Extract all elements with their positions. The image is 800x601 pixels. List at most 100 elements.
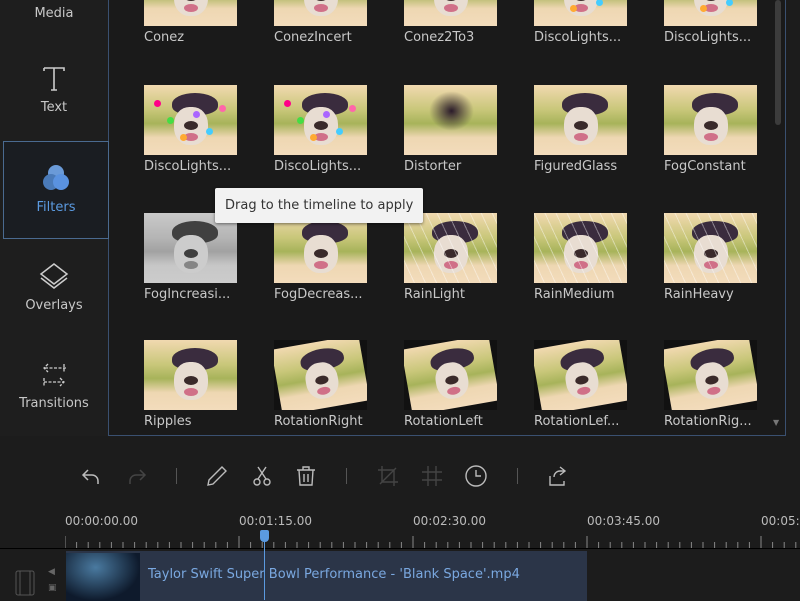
scroll-down-arrow-icon[interactable]: ▼ xyxy=(773,418,779,427)
video-track: ◀ ▣ Taylor Swift Super Bowl Performance … xyxy=(0,548,800,601)
sidebar-item-overlays[interactable]: Overlays xyxy=(0,260,108,313)
filter-thumbnail xyxy=(274,85,367,155)
filter-thumbnail xyxy=(404,213,497,283)
filter-thumbnail xyxy=(274,0,367,26)
filter-item[interactable]: RainMedium xyxy=(534,213,630,302)
speed-icon[interactable] xyxy=(464,464,488,488)
timeline-toolbar xyxy=(0,440,800,510)
filter-label: DiscoLights... xyxy=(534,30,622,45)
filter-item[interactable]: FogDecreas... xyxy=(274,213,370,302)
filter-thumbnail xyxy=(534,340,627,410)
lock-icon[interactable]: ▣ xyxy=(48,583,57,593)
mosaic-icon xyxy=(422,466,442,486)
filter-thumbnail xyxy=(144,0,237,26)
filter-thumbnail xyxy=(404,0,497,26)
timecode-label: 00:03:45.00 xyxy=(587,514,660,528)
sidebar-item-transitions[interactable]: Transitions xyxy=(0,358,108,411)
filter-label: Conez2To3 xyxy=(404,30,475,45)
timecode-label: 00:05:00.00 xyxy=(761,514,800,528)
video-clip[interactable]: Taylor Swift Super Bowl Performance - 'B… xyxy=(66,551,587,601)
sidebar-item-label: Text xyxy=(40,100,68,115)
filter-label: DiscoLights... xyxy=(664,30,752,45)
filter-item[interactable]: RotationLef... xyxy=(534,340,630,429)
filters-icon xyxy=(43,165,69,190)
playhead-handle[interactable] xyxy=(260,530,269,542)
delete-icon[interactable] xyxy=(294,464,318,488)
filter-label: FiguredGlass xyxy=(534,159,618,174)
filter-thumbnail xyxy=(274,213,367,283)
filter-item[interactable]: RotationRig... xyxy=(664,340,760,429)
crop-icon xyxy=(378,466,398,486)
redo-icon[interactable] xyxy=(124,464,148,488)
tooltip: Drag to the timeline to apply xyxy=(215,188,424,223)
toolbar-divider xyxy=(346,468,347,484)
filter-item[interactable]: DiscoLights... xyxy=(534,0,630,45)
filter-label: FogDecreas... xyxy=(274,287,363,302)
toolbar-divider xyxy=(517,468,518,484)
filter-label: FogConstant xyxy=(664,159,746,174)
filter-label: ConezIncert xyxy=(274,30,352,45)
filter-label: Conez xyxy=(144,30,185,45)
filter-item[interactable]: Conez2To3 xyxy=(404,0,500,45)
filter-thumbnail xyxy=(274,340,367,410)
filter-item[interactable]: DiscoLights... xyxy=(144,85,240,174)
filter-label: Ripples xyxy=(144,414,192,429)
filter-item[interactable]: FogConstant xyxy=(664,85,760,174)
filter-item[interactable]: RotationRight xyxy=(274,340,370,429)
filter-thumbnail xyxy=(664,340,757,410)
timecode-label: 00:00:00.00 xyxy=(65,514,138,528)
filter-thumbnail xyxy=(144,340,237,410)
filter-item[interactable]: Distorter xyxy=(404,85,500,174)
filter-thumbnail xyxy=(534,0,627,26)
sidebar: Media Text Filters Overlays Transitions xyxy=(0,0,109,436)
filter-label: RotationLeft xyxy=(404,414,483,429)
ruler-ticks xyxy=(65,536,797,548)
overlays-icon xyxy=(39,263,69,289)
text-icon xyxy=(43,67,65,91)
volume-icon[interactable]: ◀ xyxy=(48,567,55,577)
filter-label: RainHeavy xyxy=(664,287,734,302)
toolbar-divider xyxy=(176,468,177,484)
filter-thumbnail xyxy=(534,85,627,155)
filter-thumbnail xyxy=(144,213,237,283)
edit-icon[interactable] xyxy=(205,464,229,488)
sidebar-item-filters[interactable]: Filters xyxy=(3,141,109,239)
filter-label: Distorter xyxy=(404,159,462,174)
filter-thumbnail xyxy=(664,213,757,283)
sidebar-item-label: Overlays xyxy=(25,298,83,313)
sidebar-item-label: Media xyxy=(34,6,74,21)
filter-item[interactable]: FogIncreasi... xyxy=(144,213,240,302)
filter-item[interactable]: ConezIncert xyxy=(274,0,370,45)
filter-item[interactable]: FiguredGlass xyxy=(534,85,630,174)
filter-label: RotationRig... xyxy=(664,414,752,429)
filter-item[interactable]: DiscoLights... xyxy=(274,85,370,174)
sidebar-item-media[interactable]: Media xyxy=(0,6,108,21)
sidebar-item-text[interactable]: Text xyxy=(0,62,108,115)
clip-thumbnail xyxy=(66,553,140,601)
clip-name: Taylor Swift Super Bowl Performance - 'B… xyxy=(148,567,520,582)
filter-item[interactable]: DiscoLights... xyxy=(664,0,760,45)
filter-item[interactable]: RainHeavy xyxy=(664,213,760,302)
filter-label: DiscoLights... xyxy=(274,159,362,174)
filter-thumbnail xyxy=(404,85,497,155)
sidebar-item-label: Transitions xyxy=(19,396,89,411)
timeline-ruler[interactable]: 00:00:00.00 00:01:15.00 00:02:30.00 00:0… xyxy=(0,508,800,548)
transitions-icon xyxy=(43,363,66,387)
export-icon[interactable] xyxy=(546,464,570,488)
cut-icon[interactable] xyxy=(250,464,274,488)
filter-thumbnail xyxy=(664,85,757,155)
filter-label: RotationLef... xyxy=(534,414,620,429)
filter-label: RainMedium xyxy=(534,287,615,302)
filter-item[interactable]: Conez xyxy=(144,0,240,45)
filter-thumbnail xyxy=(534,213,627,283)
filters-panel: Conez ConezIncert Conez2To3 DiscoLights... D… xyxy=(109,0,786,436)
panel-scrollbar[interactable] xyxy=(775,0,781,125)
film-strip-icon xyxy=(15,570,35,596)
filter-item[interactable]: RotationLeft xyxy=(404,340,500,429)
filter-thumbnail xyxy=(144,85,237,155)
filter-thumbnail xyxy=(664,0,757,26)
undo-icon[interactable] xyxy=(80,464,104,488)
filter-item[interactable]: RainLight xyxy=(404,213,500,302)
filter-label: RotationRight xyxy=(274,414,363,429)
filter-item[interactable]: Ripples xyxy=(144,340,240,429)
